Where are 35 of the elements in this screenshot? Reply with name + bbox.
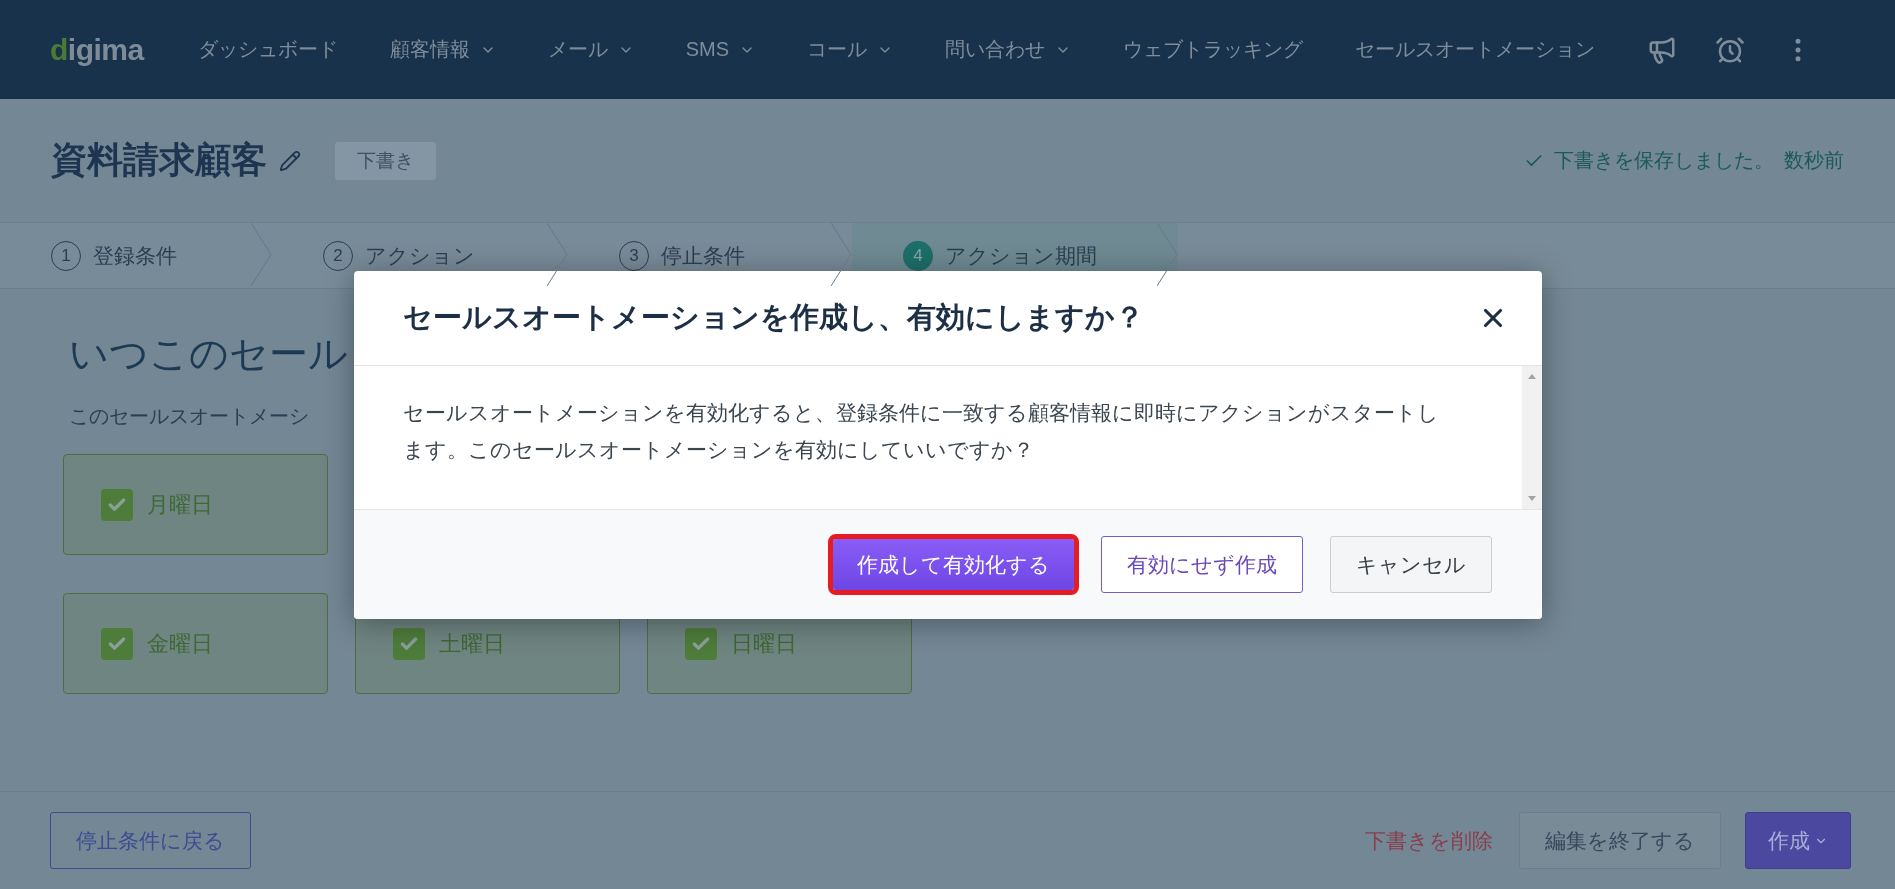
save-time: 数秒前	[1784, 148, 1844, 173]
day-label: 月曜日	[147, 490, 213, 519]
nav-item[interactable]: セールスオートメーション	[1355, 36, 1596, 63]
section-heading: いつこのセール	[69, 331, 348, 377]
day-label: 金曜日	[147, 629, 213, 658]
logo: digima	[50, 32, 144, 67]
nav-item[interactable]: SMS	[685, 38, 756, 61]
dialog-message: セールスオートメーションを有効化すると、登録条件に一致する顧客情報に即時にアクションがスタートします。このセールスオートメーションを有効にしていいですか？	[402, 400, 1440, 463]
status-badge: 下書き	[335, 141, 436, 180]
nav-item[interactable]: 問い合わせ	[945, 36, 1072, 63]
nav-item[interactable]: コール	[807, 36, 894, 63]
nav-item[interactable]: メール	[547, 36, 634, 63]
create-button[interactable]: 作成	[1745, 812, 1851, 869]
checkbox[interactable]	[685, 627, 717, 660]
dialog-button[interactable]: 有効にせず作成	[1101, 536, 1303, 593]
scrollbar[interactable]	[1522, 366, 1542, 509]
page-title: 資料請求顧客	[51, 138, 267, 182]
exit-edit-button[interactable]: 編集を終了する	[1519, 812, 1721, 869]
step-tab[interactable]: 1 登録条件	[0, 223, 272, 288]
alarm-clock-icon[interactable]	[1715, 34, 1746, 65]
back-button[interactable]: 停止条件に戻る	[50, 812, 251, 869]
day-label: 日曜日	[731, 629, 797, 658]
checkbox[interactable]	[393, 627, 425, 660]
checkbox[interactable]	[101, 627, 133, 660]
dialog-button[interactable]: キャンセル	[1330, 536, 1492, 593]
nav-item[interactable]: ダッシュボード	[197, 36, 338, 63]
nav-item[interactable]: 顧客情報	[389, 36, 496, 63]
section-description: このセールスオートメーシ	[69, 404, 309, 429]
day-label: 土曜日	[439, 629, 505, 658]
dialog-title: セールスオートメーションを作成し、有効にしますか？	[403, 300, 1144, 335]
nav-item[interactable]: ウェブトラッキング	[1123, 36, 1304, 63]
delete-draft-link[interactable]: 下書きを削除	[1365, 826, 1493, 855]
checkbox[interactable]	[101, 488, 133, 521]
save-status: 下書きを保存しました。	[1554, 148, 1774, 173]
edit-icon[interactable]	[279, 149, 301, 172]
